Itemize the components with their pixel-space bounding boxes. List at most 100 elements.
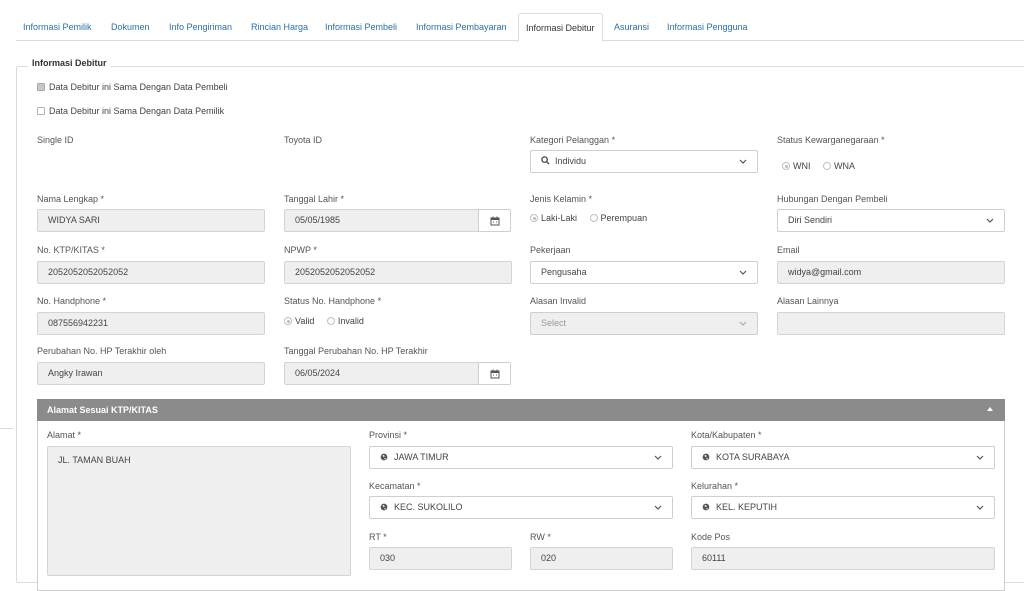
nama-input[interactable]: WIDYA SARI: [37, 209, 265, 232]
hubungan-select[interactable]: Diri Sendiri: [777, 209, 1005, 232]
alasan-invalid-placeholder: Select: [541, 318, 567, 328]
alamat-panel-title: Alamat Sesuai KTP/KITAS: [47, 405, 158, 415]
tab-asuransi[interactable]: Asuransi: [607, 13, 656, 41]
tab-bar: Informasi Pemilik Dokumen Info Pengirima…: [16, 13, 1024, 42]
tgl-perubahan-label: Tanggal Perubahan No. HP Terakhir: [284, 346, 428, 356]
same-as-owner-label: Data Debitur ini Sama Dengan Data Pemili…: [49, 106, 225, 116]
kecamatan-select[interactable]: KEC. SUKOLILO: [369, 496, 673, 519]
rt-input[interactable]: 030: [369, 547, 512, 570]
tab-informasi-pembeli[interactable]: Informasi Pembeli: [318, 13, 404, 41]
hubungan-value: Diri Sendiri: [788, 215, 833, 225]
tgl-lahir-input[interactable]: 05/05/1985: [284, 209, 479, 232]
tab-informasi-debitur[interactable]: Informasi Debitur: [518, 13, 603, 42]
kewarganegaraan-radio-group: WNI WNA: [782, 161, 865, 171]
perempuan-radio[interactable]: [589, 214, 598, 222]
section-title: Informasi Debitur: [28, 58, 111, 68]
ktp-input[interactable]: 2052052052052052: [37, 261, 265, 284]
chevron-down-icon: [739, 151, 747, 172]
wna-radio[interactable]: [823, 162, 832, 170]
valid-label: Valid: [295, 316, 315, 326]
same-as-buyer-checkbox[interactable]: [37, 83, 45, 91]
chevron-down-icon: [739, 262, 747, 283]
perempuan-label: Perempuan: [600, 213, 648, 223]
tab-info-pengiriman[interactable]: Info Pengiriman: [162, 13, 239, 41]
tgl-perubahan-input[interactable]: 06/05/2024: [284, 362, 479, 385]
alamat-panel-header[interactable]: Alamat Sesuai KTP/KITAS: [37, 399, 1005, 421]
status-hp-radio-group: Valid Invalid: [284, 316, 374, 326]
alasan-invalid-label: Alasan Invalid: [530, 296, 587, 306]
provinsi-value: JAWA TIMUR: [394, 452, 449, 462]
globe-icon: [380, 453, 390, 461]
valid-radio[interactable]: [284, 317, 292, 325]
nama-label: Nama Lengkap *: [37, 194, 105, 204]
kelurahan-select[interactable]: KEL. KEPUTIH: [691, 496, 995, 519]
kode-pos-label: Kode Pos: [691, 532, 731, 542]
collapse-caret-icon[interactable]: [987, 407, 993, 411]
tab-informasi-pengguna[interactable]: Informasi Pengguna: [660, 13, 755, 41]
kategori-label: Kategori Pelanggan *: [530, 135, 616, 145]
rw-label: RW *: [530, 532, 551, 542]
tab-informasi-pemilik[interactable]: Informasi Pemilik: [16, 13, 99, 41]
single-id-label: Single ID: [37, 135, 74, 145]
globe-icon: [702, 503, 712, 511]
jenis-kelamin-label: Jenis Kelamin *: [530, 194, 593, 204]
same-as-buyer-row[interactable]: Data Debitur ini Sama Dengan Data Pembel…: [37, 82, 228, 92]
kota-select[interactable]: KOTA SURABAYA: [691, 446, 995, 469]
handphone-label: No. Handphone *: [37, 296, 107, 306]
pekerjaan-select[interactable]: Pengusaha: [530, 261, 758, 284]
chevron-down-icon: [739, 313, 747, 334]
perubahan-oleh-input[interactable]: Angky Irawan: [37, 362, 265, 385]
tab-dokumen[interactable]: Dokumen: [104, 13, 157, 41]
alamat-label: Alamat *: [47, 430, 82, 440]
chevron-down-icon: [654, 497, 662, 518]
same-as-owner-checkbox[interactable]: [37, 107, 45, 115]
handphone-input[interactable]: 087556942231: [37, 312, 265, 335]
email-label: Email: [777, 245, 800, 255]
provinsi-label: Provinsi *: [369, 430, 408, 440]
alamat-textarea[interactable]: JL. TAMAN BUAH: [47, 446, 351, 576]
calendar-icon[interactable]: [478, 209, 511, 232]
kecamatan-label: Kecamatan *: [369, 481, 421, 491]
kecamatan-value: KEC. SUKOLILO: [394, 502, 463, 512]
chevron-down-icon: [976, 447, 984, 468]
kategori-select[interactable]: Individu: [530, 150, 758, 173]
same-as-buyer-label: Data Debitur ini Sama Dengan Data Pembel…: [49, 82, 228, 92]
npwp-input[interactable]: 2052052052052052: [284, 261, 512, 284]
kota-value: KOTA SURABAYA: [716, 452, 790, 462]
chevron-down-icon: [976, 497, 984, 518]
invalid-label: Invalid: [337, 316, 364, 326]
laki-laki-label: Laki-Laki: [541, 213, 578, 223]
kategori-value: Individu: [555, 156, 587, 166]
kelurahan-value: KEL. KEPUTIH: [716, 502, 778, 512]
search-icon: [541, 156, 551, 165]
wni-label: WNI: [793, 161, 811, 171]
email-input[interactable]: widya@gmail.com: [777, 261, 1005, 284]
alasan-invalid-select[interactable]: Select: [530, 312, 758, 335]
wni-radio[interactable]: [782, 162, 790, 170]
chevron-down-icon: [986, 210, 994, 231]
pekerjaan-label: Pekerjaan: [530, 245, 571, 255]
jenis-kelamin-radio-group: Laki-Laki Perempuan: [530, 213, 657, 223]
toyota-id-label: Toyota ID: [284, 135, 323, 145]
invalid-radio[interactable]: [326, 317, 335, 325]
provinsi-select[interactable]: JAWA TIMUR: [369, 446, 673, 469]
laki-laki-radio[interactable]: [530, 214, 538, 222]
npwp-label: NPWP *: [284, 245, 317, 255]
alasan-lain-label: Alasan Lainnya: [777, 296, 839, 306]
same-as-owner-row[interactable]: Data Debitur ini Sama Dengan Data Pemili…: [37, 106, 224, 116]
hubungan-label: Hubungan Dengan Pembeli: [777, 194, 888, 204]
kota-label: Kota/Kabupaten *: [691, 430, 762, 440]
kode-pos-input[interactable]: 60111: [691, 547, 995, 570]
wna-label: WNA: [834, 161, 856, 171]
tab-informasi-pembayaran[interactable]: Informasi Pembayaran: [409, 13, 514, 41]
kelurahan-label: Kelurahan *: [691, 481, 739, 491]
pekerjaan-value: Pengusaha: [541, 267, 587, 277]
globe-icon: [702, 453, 712, 461]
rw-input[interactable]: 020: [530, 547, 673, 570]
ktp-label: No. KTP/KITAS *: [37, 245, 105, 255]
globe-icon: [380, 503, 390, 511]
calendar-icon[interactable]: [478, 362, 511, 385]
alasan-lain-input[interactable]: [777, 312, 1005, 335]
status-hp-label: Status No. Handphone *: [284, 296, 382, 306]
tab-rincian-harga[interactable]: Rincian Harga: [244, 13, 315, 41]
